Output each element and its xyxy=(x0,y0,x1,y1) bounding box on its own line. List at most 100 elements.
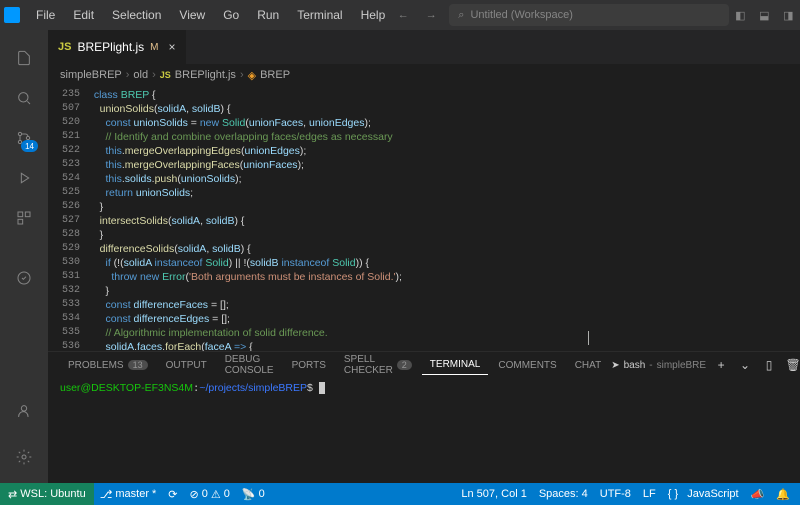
tab-close-icon[interactable]: × xyxy=(169,40,176,54)
panel: PROBLEMS13 OUTPUT DEBUG CONSOLE PORTS SP… xyxy=(48,351,800,483)
code-line[interactable]: intersectSolids(solidA, solidB) { xyxy=(88,214,800,228)
status-spaces[interactable]: Spaces: 4 xyxy=(533,488,594,501)
branch-icon: ⎇ xyxy=(100,488,113,501)
nav-forward-icon[interactable]: → xyxy=(421,5,441,25)
menu-terminal[interactable]: Terminal xyxy=(289,4,350,26)
tab-filename: BREPlight.js xyxy=(77,40,144,54)
menu-go[interactable]: Go xyxy=(215,4,247,26)
line-number: 507 xyxy=(48,102,88,116)
problems-badge: 13 xyxy=(128,360,148,370)
terminal-selector[interactable]: ➤ bash - simpleBRE xyxy=(611,360,706,371)
titlebar-left: File Edit Selection View Go Run Terminal… xyxy=(4,4,393,26)
js-file-icon: JS xyxy=(160,70,171,80)
code-line[interactable]: differenceSolids(solidA, solidB) { xyxy=(88,242,800,256)
line-number: 235 xyxy=(48,88,88,102)
menu-help[interactable]: Help xyxy=(353,4,394,26)
code-line[interactable]: unionSolids(solidA, solidB) { xyxy=(88,102,800,116)
breadcrumb-item[interactable]: old xyxy=(133,69,148,81)
explorer-icon[interactable] xyxy=(0,38,48,78)
code-line[interactable]: class BREP { xyxy=(88,88,800,102)
menu-run[interactable]: Run xyxy=(249,4,287,26)
menu-edit[interactable]: Edit xyxy=(65,4,102,26)
layout-left-icon[interactable]: ◧ xyxy=(729,4,751,26)
status-problems[interactable]: ⊘0 ⚠0 xyxy=(184,488,236,501)
panel-tab-comments[interactable]: COMMENTS xyxy=(490,356,564,375)
panel-tab-ports[interactable]: PORTS xyxy=(284,356,334,375)
code-line[interactable]: // Identify and combine overlapping face… xyxy=(88,130,800,144)
split-terminal-icon[interactable]: ▯ xyxy=(760,356,778,374)
kill-terminal-icon[interactable]: 🗑 xyxy=(784,356,800,374)
status-eol[interactable]: LF xyxy=(637,488,662,501)
search-activity-icon[interactable] xyxy=(0,78,48,118)
panel-actions: ➤ bash - simpleBRE + ⌄ ▯ 🗑 ⋯ ^ × xyxy=(611,356,800,374)
code-line[interactable]: // Algorithmic implementation of solid d… xyxy=(88,326,800,340)
command-center[interactable]: ⌕ Untitled (Workspace) xyxy=(449,4,729,26)
status-bar: ⇄ WSL: Ubuntu ⎇master* ⟳ ⊘0 ⚠0 📡0 Ln 507… xyxy=(0,483,800,505)
titlebar: File Edit Selection View Go Run Terminal… xyxy=(0,0,800,30)
status-cursor-pos[interactable]: Ln 507, Col 1 xyxy=(455,488,532,501)
status-lang[interactable]: { } JavaScript xyxy=(662,488,745,501)
breadcrumb-item[interactable]: simpleBREP xyxy=(60,69,122,81)
panel-tab-chat[interactable]: CHAT xyxy=(567,356,609,375)
line-number: 530 xyxy=(48,256,88,270)
panel-tab-terminal[interactable]: TERMINAL xyxy=(422,355,489,375)
breadcrumb-item[interactable]: BREP xyxy=(260,69,290,81)
breadcrumb[interactable]: simpleBREP› old› JS BREPlight.js› ◈ BREP xyxy=(48,64,800,86)
code-editor[interactable]: 2355075205215225235245255265275285295305… xyxy=(48,86,800,351)
panel-tab-problems[interactable]: PROBLEMS13 xyxy=(60,356,156,375)
status-bell-icon[interactable]: 🔔 xyxy=(770,488,796,501)
code-line[interactable]: } xyxy=(88,284,800,298)
layout-bottom-icon[interactable]: ⬓ xyxy=(753,4,775,26)
line-number: 522 xyxy=(48,144,88,158)
remote-indicator[interactable]: ⇄ WSL: Ubuntu xyxy=(0,483,94,505)
code-line[interactable]: this.solids.push(unionSolids); xyxy=(88,172,800,186)
menu-file[interactable]: File xyxy=(28,4,63,26)
status-ports[interactable]: 📡0 xyxy=(236,488,271,501)
remote-icon: ⇄ xyxy=(8,488,17,501)
line-number: 527 xyxy=(48,214,88,228)
code-line[interactable]: const unionSolids = new Solid(unionFaces… xyxy=(88,116,800,130)
line-number: 520 xyxy=(48,116,88,130)
code-line[interactable]: this.mergeOverlappingFaces(unionFaces); xyxy=(88,158,800,172)
menu-selection[interactable]: Selection xyxy=(104,4,169,26)
terminal-content[interactable]: user@DESKTOP-EF3NS4M:~/projects/simpleBR… xyxy=(48,378,800,483)
new-terminal-icon[interactable]: + xyxy=(712,356,730,374)
menu-bar: File Edit Selection View Go Run Terminal… xyxy=(28,4,393,26)
warning-icon: ⚠ xyxy=(211,488,221,501)
panel-tab-spell[interactable]: SPELL CHECKER2 xyxy=(336,350,420,380)
search-placeholder: Untitled (Workspace) xyxy=(470,9,573,21)
status-encoding[interactable]: UTF-8 xyxy=(594,488,637,501)
code-line[interactable]: } xyxy=(88,200,800,214)
panel-tab-debug[interactable]: DEBUG CONSOLE xyxy=(217,350,282,380)
debug-icon[interactable] xyxy=(0,158,48,198)
code-line[interactable]: if (!(solidA instanceof Solid) || !(soli… xyxy=(88,256,800,270)
code-line[interactable]: } xyxy=(88,228,800,242)
code-line[interactable]: this.mergeOverlappingEdges(unionEdges); xyxy=(88,144,800,158)
code-line[interactable]: return unionSolids; xyxy=(88,186,800,200)
code-line[interactable]: solidA.faces.forEach(faceA => { xyxy=(88,340,800,351)
status-branch[interactable]: ⎇master* xyxy=(94,488,163,501)
accounts-icon[interactable] xyxy=(0,391,48,431)
editor-tab[interactable]: JS BREPlight.js M × xyxy=(48,30,187,64)
code-content[interactable]: class BREP { unionSolids(solidA, solidB)… xyxy=(88,86,800,351)
layout-right-icon[interactable]: ◨ xyxy=(777,4,799,26)
code-line[interactable]: throw new Error('Both arguments must be … xyxy=(88,270,800,284)
extensions-icon[interactable] xyxy=(0,198,48,238)
tabs-bar: JS BREPlight.js M × ◫ ⋯ xyxy=(48,30,800,64)
editor-group: JS BREPlight.js M × ◫ ⋯ simpleBREP› old›… xyxy=(48,30,800,483)
line-number: 533 xyxy=(48,298,88,312)
code-line[interactable]: const differenceFaces = []; xyxy=(88,298,800,312)
status-feedback-icon[interactable]: 📣 xyxy=(745,488,771,501)
nav-back-icon[interactable]: ← xyxy=(393,5,413,25)
menu-view[interactable]: View xyxy=(171,4,213,26)
source-control-icon[interactable]: 14 xyxy=(0,118,48,158)
testing-icon[interactable] xyxy=(0,258,48,298)
panel-tab-output[interactable]: OUTPUT xyxy=(158,356,215,375)
terminal-dropdown-icon[interactable]: ⌄ xyxy=(736,356,754,374)
panel-tabs: PROBLEMS13 OUTPUT DEBUG CONSOLE PORTS SP… xyxy=(48,352,800,378)
code-line[interactable]: const differenceEdges = []; xyxy=(88,312,800,326)
status-sync[interactable]: ⟳ xyxy=(162,488,183,501)
vscode-logo-icon xyxy=(4,7,20,23)
breadcrumb-item[interactable]: BREPlight.js xyxy=(175,69,236,81)
settings-gear-icon[interactable] xyxy=(0,437,48,477)
